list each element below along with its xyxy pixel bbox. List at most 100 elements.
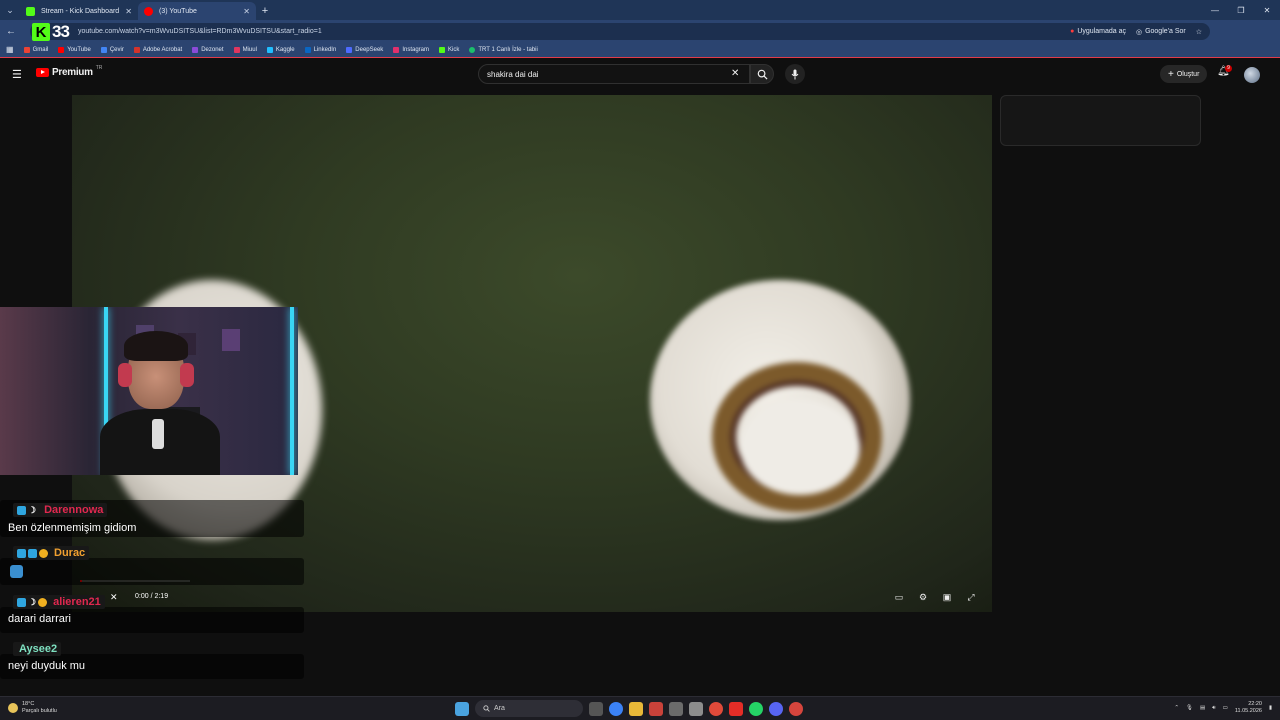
task-view-icon[interactable] [589,701,603,716]
taskbar-search[interactable]: Ara [475,700,583,717]
chat-message: Durac [0,546,304,585]
message-text: darari darrari [8,613,71,625]
muted-volume-icon[interactable]: ✕ [110,592,118,603]
chat-message: ☽ Darennowa Ben özlenmemişim gidiom [0,500,304,537]
bookmark-label: Miuul [242,46,257,53]
bookmark-label: Instagram [402,46,429,53]
app-icon[interactable] [649,701,663,716]
tab-search-icon[interactable]: ⌄ [0,0,20,20]
ask-google-button[interactable]: ◎ Google'a Sor [1136,28,1186,36]
network-icon[interactable]: ▤ [1200,705,1205,711]
bookmark-translate[interactable]: Çevir [100,46,124,53]
taskbar-search-placeholder: Ara [494,705,505,712]
bookmark-dezonet[interactable]: Dezonet [192,46,224,53]
app-icon[interactable] [789,701,803,716]
clock-date: 11.05.2026 [1234,708,1262,714]
url-field[interactable]: youtube.com/watch?v=m3WvuDSITSU&list=RDm… [30,23,1210,40]
store-icon[interactable] [669,701,683,716]
headset-left [118,363,132,387]
chat-username: ☽ Darennowa [13,503,108,517]
open-in-app-label: Uygulamada aç [1077,28,1126,35]
headset-right [180,363,194,387]
window-controls: — ❐ ✕ [1202,0,1280,20]
new-tab-button[interactable]: + [256,2,274,20]
bookmark-gmail[interactable]: Gmail [23,46,49,53]
kick-logo-icon: K [32,23,50,41]
bookmark-acrobat[interactable]: Adobe Acrobat [133,46,182,53]
create-button[interactable]: + Oluştur [1160,65,1208,83]
account-avatar[interactable] [1244,67,1260,83]
chevron-up-icon[interactable]: ⌃ [1174,705,1179,711]
notification-center-icon[interactable]: ▮ [1269,705,1272,711]
sidebar-placeholder [1000,95,1201,146]
start-icon[interactable] [455,701,469,716]
app-icon[interactable] [689,701,703,716]
bookmark-kick[interactable]: Kick [439,46,460,53]
chrome-icon[interactable] [709,701,723,716]
gold-badge-icon [39,548,48,558]
youtube-app-icon[interactable] [729,701,743,716]
youtube-favicon-icon [144,6,153,16]
close-window-icon[interactable]: ✕ [1254,0,1280,20]
google-lens-icon: ◎ [1135,28,1143,36]
bookmark-label: Gmail [32,46,49,53]
moon-badge-icon: ☽ [28,596,37,607]
bookmark-youtube[interactable]: YouTube [58,46,91,53]
open-in-app-button[interactable]: ● Uygulamada aç [1070,28,1126,35]
kick-icon [439,46,445,53]
notification-badge: 9 [1225,65,1232,72]
minimize-icon[interactable]: — [1202,0,1228,20]
microphone-icon [791,69,799,79]
bookmark-trt1[interactable]: TRT 1 Canlı İzle - tabii [469,46,538,53]
bookmark-label: TRT 1 Canlı İzle - tabii [478,46,538,53]
bookmark-label: Çevir [109,46,124,53]
theater-mode-icon[interactable]: ▣ [940,590,954,604]
mic-tray-icon[interactable]: 🎙︎ [1186,705,1193,711]
back-icon[interactable]: ← [0,20,22,42]
fullscreen-icon[interactable]: ⤢ [964,590,978,604]
bookmark-miuul[interactable]: Miuul [233,46,257,53]
acrobat-icon [133,46,140,53]
chat-username: ☽ alieren21 [13,595,105,609]
chat-message: Aysee2 neyi duyduk mu [0,642,304,679]
chat-username: Durac [13,546,90,560]
file-explorer-icon[interactable] [629,701,643,716]
copilot-icon[interactable] [609,701,623,716]
plus-icon: + [1168,68,1174,80]
youtube-icon [58,46,65,53]
voice-search-button[interactable] [785,64,805,84]
search-input[interactable]: shakira dai dai [478,64,750,84]
bookmark-label: YouTube [67,46,91,53]
apps-grid-icon[interactable]: ▦ [6,45,14,54]
tab-kick-dashboard[interactable]: Stream - Kick Dashboard ✕ [20,2,138,20]
bookmark-kaggle[interactable]: Kaggle [266,46,295,53]
tab-close-icon[interactable]: ✕ [243,7,250,16]
instagram-icon [393,46,400,53]
whatsapp-icon[interactable] [749,701,763,716]
youtube-premium-logo[interactable]: Premium TR [36,65,102,78]
kick-overlay-logo: K 33 [32,22,70,42]
settings-gear-icon[interactable]: ⚙ [916,590,930,604]
create-label: Oluştur [1176,70,1200,78]
restore-icon[interactable]: ❐ [1228,0,1254,20]
kaggle-icon [266,46,273,53]
search-button[interactable] [750,64,774,84]
tab-youtube[interactable]: (3) YouTube ✕ [138,2,256,20]
bookmark-label: Kick [448,46,460,53]
bookmark-deepseek[interactable]: DeepSeek [346,46,383,53]
weather-widget[interactable]: 18°C Parçalı bulutlu [8,701,57,715]
verified-badge-icon [17,548,26,558]
led-light-strip [290,307,294,475]
username: Darennowa [44,504,104,516]
bookmark-linkedin[interactable]: LinkedIn [304,46,336,53]
tab-close-icon[interactable]: ✕ [125,7,132,16]
clock[interactable]: 22:20 11.05.2026 [1235,701,1262,715]
clear-search-icon[interactable]: ✕ [731,68,739,79]
volume-icon[interactable]: 🔊︎ [1212,705,1215,712]
hamburger-menu-icon[interactable]: ☰ [12,68,22,81]
bookmark-star-icon[interactable]: ☆ [1196,28,1202,36]
bookmark-instagram[interactable]: Instagram [393,46,429,53]
subtitles-icon[interactable]: ▭ [892,590,906,604]
discord-icon[interactable] [769,701,783,716]
battery-icon[interactable]: ▭ [1223,705,1228,711]
